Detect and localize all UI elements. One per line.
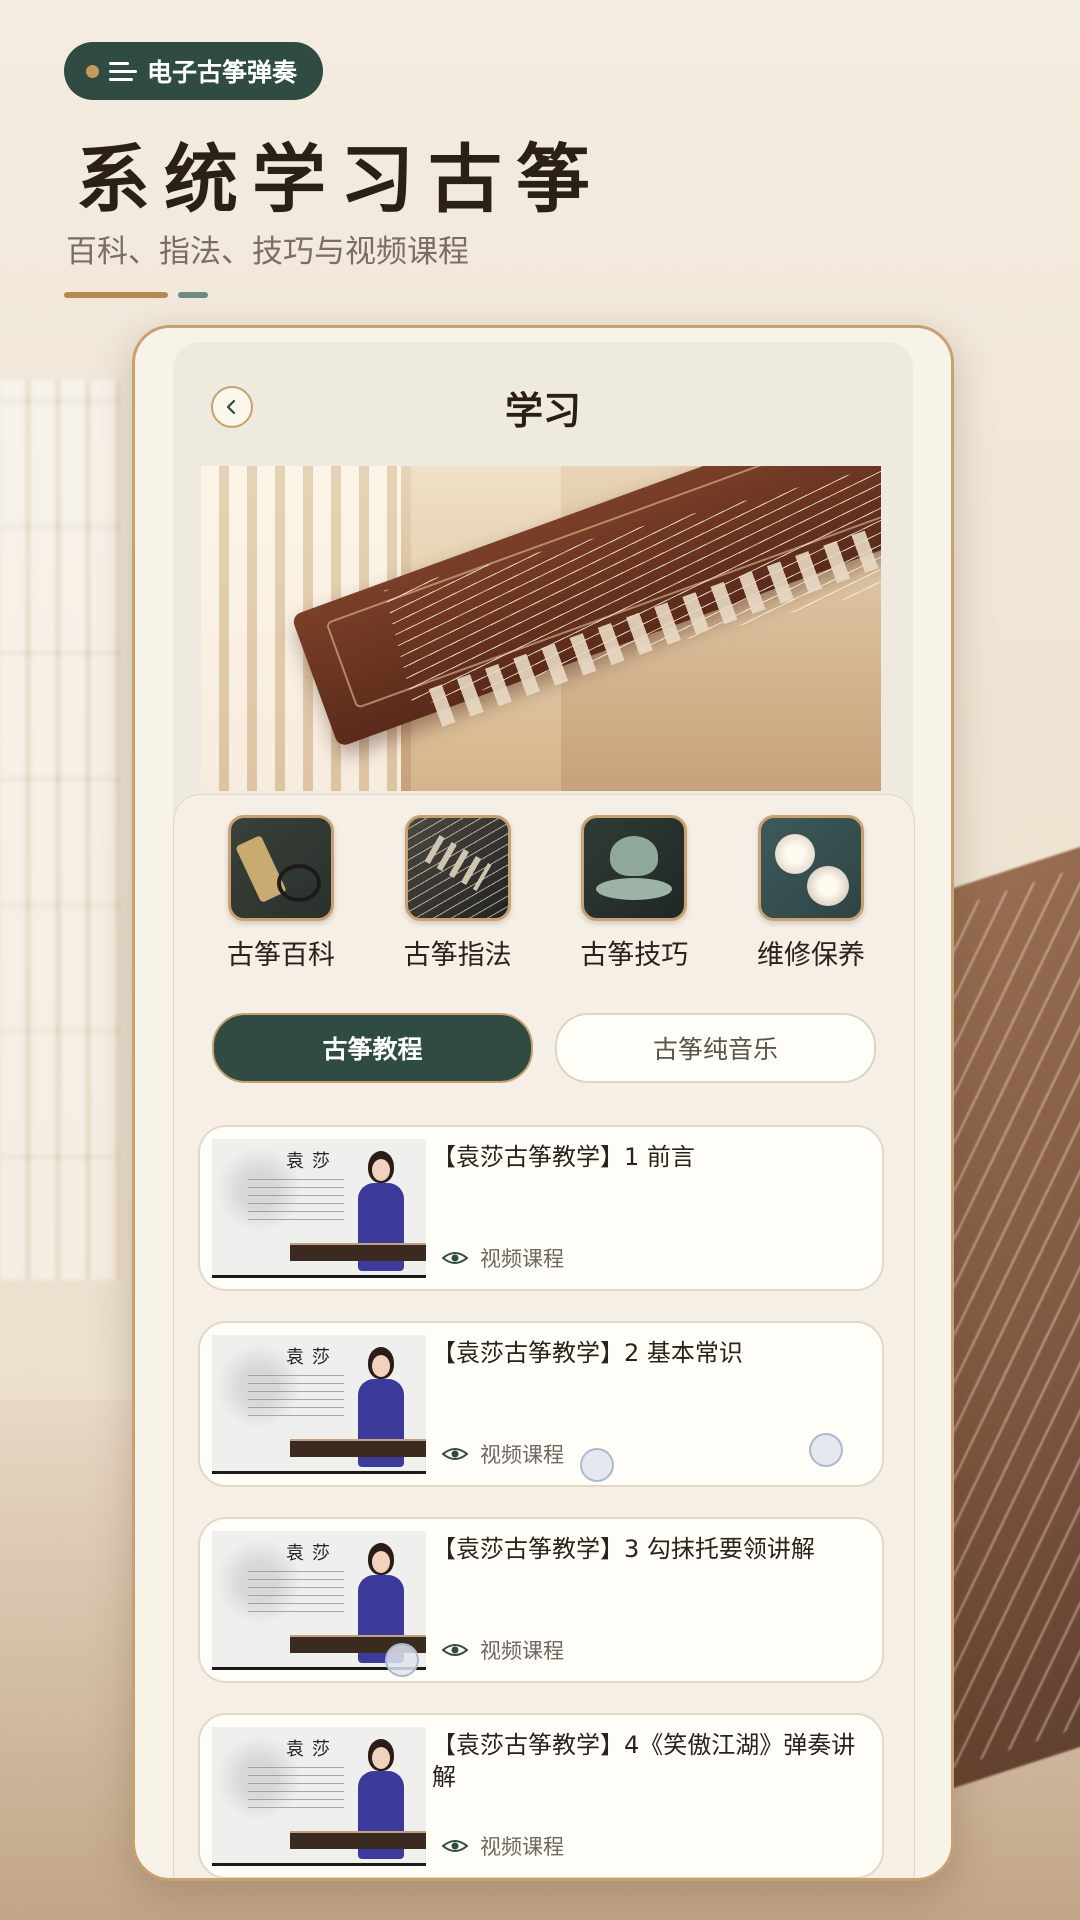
lesson-type: 视频课程 <box>480 1835 564 1859</box>
eye-icon <box>442 1252 468 1264</box>
encyclopedia-scroll-icon <box>228 815 334 921</box>
fingering-strings-icon <box>404 815 511 921</box>
eye-icon <box>442 1644 468 1656</box>
brand-dot-icon <box>86 64 99 78</box>
category-maintenance[interactable]: 维修保养 <box>726 815 896 975</box>
decorative-line-gold <box>64 292 168 298</box>
tab-pure-music[interactable]: 古筝纯音乐 <box>555 1013 876 1083</box>
guzheng-banner-image <box>201 466 881 791</box>
lesson-type: 视频课程 <box>480 1247 564 1271</box>
tab-tutorial[interactable]: 古筝教程 <box>212 1013 533 1083</box>
lesson-title: 【袁莎古筝教学】2 基本常识 <box>432 1339 743 1367</box>
eye-icon <box>442 1448 468 1460</box>
category-grid: 古筝百科 古筝指法 古筝技巧 维修保养 <box>196 815 896 975</box>
hero-title: 系统学习古筝 <box>76 137 604 223</box>
category-label: 古筝技巧 <box>580 940 689 971</box>
thumbnail-name: 袁莎 <box>286 1151 338 1172</box>
hero-subtitle: 百科、指法、技巧与视频课程 <box>66 234 469 270</box>
lesson-list: 袁莎 【袁莎古筝教学】1 前言 视频课程 袁莎 【袁莎古筝教学】2 基本常识 视… <box>198 1125 884 1878</box>
lesson-meta: 视频课程 <box>442 1635 564 1665</box>
touch-indicator <box>385 1643 419 1677</box>
decorative-line-teal <box>178 292 208 298</box>
category-encyclopedia[interactable]: 古筝百科 <box>196 815 366 975</box>
menu-icon <box>109 60 137 82</box>
lesson-item[interactable]: 袁莎 【袁莎古筝教学】1 前言 视频课程 <box>198 1125 884 1291</box>
lesson-meta: 视频课程 <box>442 1243 564 1273</box>
brand-label: 电子古筝弹奏 <box>147 58 298 87</box>
lesson-meta: 视频课程 <box>442 1831 564 1861</box>
content-panel: 古筝百科 古筝指法 古筝技巧 维修保养 古筝教程 古筝纯音乐 袁莎 【袁莎古筝教… <box>173 794 915 1878</box>
lesson-title: 【袁莎古筝教学】4《笑傲江湖》弹奏讲解 <box>432 1731 856 1791</box>
lesson-item[interactable]: 袁莎 【袁莎古筝教学】3 勾抹托要领讲解 视频课程 <box>198 1517 884 1683</box>
lesson-item[interactable]: 袁莎 【袁莎古筝教学】4《笑傲江湖》弹奏讲解 视频课程 <box>198 1713 884 1878</box>
app-screen: 学习 古筝百科 古筝指法 古筝技巧 维修保养 古筝教程 古筝纯音乐 袁莎 【袁莎… <box>173 342 915 1878</box>
thumbnail-name: 袁莎 <box>286 1347 338 1368</box>
category-technique[interactable]: 古筝技巧 <box>549 815 719 975</box>
lesson-thumbnail: 袁莎 <box>212 1139 426 1278</box>
brand-pill: 电子古筝弹奏 <box>64 42 324 100</box>
top-bar: 学习 <box>173 342 913 462</box>
background-guzheng <box>940 827 1080 1793</box>
phone-frame: 学习 古筝百科 古筝指法 古筝技巧 维修保养 古筝教程 古筝纯音乐 袁莎 【袁莎… <box>132 325 954 1881</box>
lesson-title: 【袁莎古筝教学】1 前言 <box>432 1143 695 1171</box>
lesson-type: 视频课程 <box>480 1443 564 1467</box>
eye-icon <box>442 1840 468 1852</box>
category-fingering[interactable]: 古筝指法 <box>373 815 543 975</box>
background-window <box>0 380 120 1280</box>
lesson-thumbnail: 袁莎 <box>212 1335 426 1474</box>
touch-indicator <box>580 1448 614 1482</box>
touch-indicator <box>809 1433 843 1467</box>
category-label: 维修保养 <box>756 940 865 971</box>
teapot-icon <box>581 815 688 921</box>
thumbnail-name: 袁莎 <box>286 1739 338 1760</box>
lesson-thumbnail: 袁莎 <box>212 1727 426 1866</box>
lesson-type: 视频课程 <box>480 1639 564 1663</box>
category-label: 古筝百科 <box>227 940 335 971</box>
magnolia-icon <box>757 815 864 921</box>
page-title: 学习 <box>504 388 581 433</box>
lesson-meta: 视频课程 <box>442 1439 564 1469</box>
lesson-title: 【袁莎古筝教学】3 勾抹托要领讲解 <box>432 1535 815 1563</box>
category-label: 古筝指法 <box>403 940 512 971</box>
tab-switcher: 古筝教程 古筝纯音乐 <box>212 1013 876 1083</box>
lesson-item[interactable]: 袁莎 【袁莎古筝教学】2 基本常识 视频课程 <box>198 1321 884 1487</box>
thumbnail-name: 袁莎 <box>286 1543 338 1564</box>
